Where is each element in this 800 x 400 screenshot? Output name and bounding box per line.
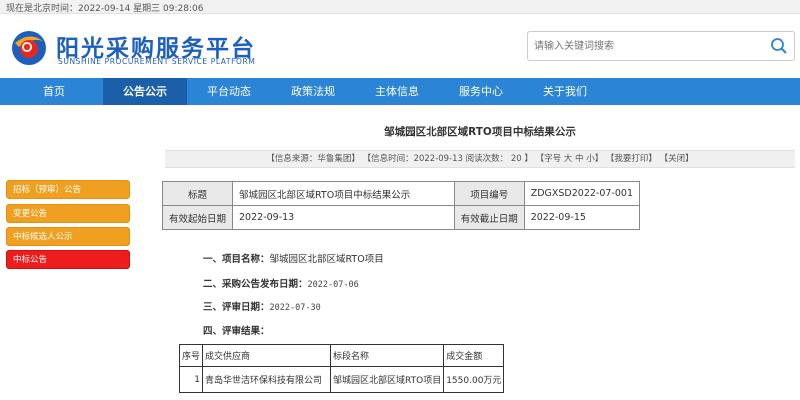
start-date-label: 有效起始日期 bbox=[161, 205, 234, 230]
column-header: 成交供应商 bbox=[202, 344, 332, 367]
section-label: 二、采购公告发布日期： bbox=[203, 279, 308, 290]
nav-policies[interactable]: 政策法规 bbox=[271, 78, 355, 105]
table-cell: 1 bbox=[178, 366, 204, 393]
sidebar-item-award-notice[interactable]: 中标公告 bbox=[6, 250, 130, 269]
nav-announcements[interactable]: 公告公示 bbox=[103, 78, 187, 105]
section-value: 2022-07-30 bbox=[269, 303, 321, 313]
print-link[interactable]: 【我要打印】 bbox=[606, 154, 657, 164]
table-header-row: 序号 成交供应商 标段名称 成交金额 bbox=[178, 344, 505, 367]
column-header: 标段名称 bbox=[330, 344, 445, 367]
table-cell: 邹城园区北部区域RTO项目 bbox=[330, 366, 445, 393]
nav-service-center[interactable]: 服务中心 bbox=[439, 78, 523, 105]
nav-platform-news[interactable]: 平台动态 bbox=[187, 78, 271, 105]
current-time-text: 现在是北京时间：2022-09-14 星期三 09:28:06 bbox=[6, 4, 204, 14]
section-label: 四、评审结果： bbox=[203, 326, 270, 337]
sun-logo-icon[interactable] bbox=[9, 27, 49, 67]
nav-entity-info[interactable]: 主体信息 bbox=[355, 78, 439, 105]
main-nav: 首页 公告公示 平台动态 政策法规 主体信息 服务中心 关于我们 bbox=[0, 78, 800, 105]
table-cell: 1550.00万元 bbox=[443, 366, 505, 393]
sidebar-item-change-notice[interactable]: 变更公告 bbox=[6, 204, 130, 223]
table-row: 1 青岛华世洁环保科技有限公司 邹城园区北部区域RTO项目 1550.00万元 bbox=[178, 366, 505, 393]
nav-about-us[interactable]: 关于我们 bbox=[523, 78, 607, 105]
page-title: 邹城园区北部区域RTO项目中标结果公示 bbox=[384, 126, 576, 138]
sidebar-item-candidate-notice[interactable]: 中标候选人公示 bbox=[6, 227, 130, 246]
search-input[interactable] bbox=[534, 37, 764, 55]
article-meta-table: 标题 邹城园区北部区域RTO项目中标结果公示 项目编号 ZDGXSD2022-0… bbox=[161, 181, 641, 230]
search-icon[interactable] bbox=[770, 37, 788, 55]
article-info-bar: 【信息来源：华鲁集团】 【信息时间：2022-09-13 阅读次数： 20 】 … bbox=[165, 150, 795, 168]
info-source: 【信息来源：华鲁集团】 bbox=[266, 154, 360, 164]
site-header: 阳光采购服务平台 SUNSHINE PROCUREMENT SERVICE PL… bbox=[0, 14, 800, 78]
project-code-value: ZDGXSD2022-07-001 bbox=[523, 181, 641, 206]
table-cell: 青岛华世洁环保科技有限公司 bbox=[202, 366, 332, 393]
brand-subtitle: SUNSHINE PROCUREMENT SERVICE PLATFORM bbox=[58, 57, 256, 66]
column-header: 成交金额 bbox=[443, 344, 505, 367]
section-review-result: 四、评审结果： bbox=[203, 323, 270, 337]
section-value: 2022-07-06 bbox=[307, 280, 359, 290]
section-publish-date: 二、采购公告发布日期：2022-07-06 bbox=[203, 276, 359, 290]
info-date: 【信息时间：2022-09-13 阅读次数： 20 】 bbox=[362, 154, 533, 164]
search-box bbox=[527, 31, 795, 61]
top-time-bar: 现在是北京时间：2022-09-14 星期三 09:28:06 bbox=[0, 0, 800, 14]
section-value: 邹城园区北部区域RTO项目 bbox=[269, 254, 384, 265]
section-label: 一、项目名称： bbox=[203, 254, 270, 265]
sidebar-item-tender-notice[interactable]: 招标（预审）公告 bbox=[6, 180, 130, 199]
title-label: 标题 bbox=[161, 181, 234, 206]
font-size-switch[interactable]: 【字号 大 中 小】 bbox=[536, 154, 604, 164]
table-row: 标题 邹城园区北部区域RTO项目中标结果公示 项目编号 ZDGXSD2022-0… bbox=[161, 181, 641, 206]
title-value: 邹城园区北部区域RTO项目中标结果公示 bbox=[232, 181, 455, 206]
column-header: 序号 bbox=[178, 344, 204, 367]
award-result-table: 序号 成交供应商 标段名称 成交金额 1 青岛华世洁环保科技有限公司 邹城园区北… bbox=[178, 344, 505, 393]
end-date-label: 有效截止日期 bbox=[453, 205, 525, 230]
section-label: 三、评审日期： bbox=[203, 302, 270, 313]
nav-home[interactable]: 首页 bbox=[12, 78, 96, 105]
project-code-label: 项目编号 bbox=[453, 181, 525, 206]
table-row: 有效起始日期 2022-09-13 有效截止日期 2022-09-15 bbox=[161, 205, 641, 230]
start-date-value: 2022-09-13 bbox=[232, 205, 455, 230]
section-project-name: 一、项目名称：邹城园区北部区域RTO项目 bbox=[203, 251, 384, 265]
end-date-value: 2022-09-15 bbox=[523, 205, 641, 230]
section-review-date: 三、评审日期：2022-07-30 bbox=[203, 299, 321, 313]
close-link[interactable]: 【关闭】 bbox=[660, 154, 694, 164]
